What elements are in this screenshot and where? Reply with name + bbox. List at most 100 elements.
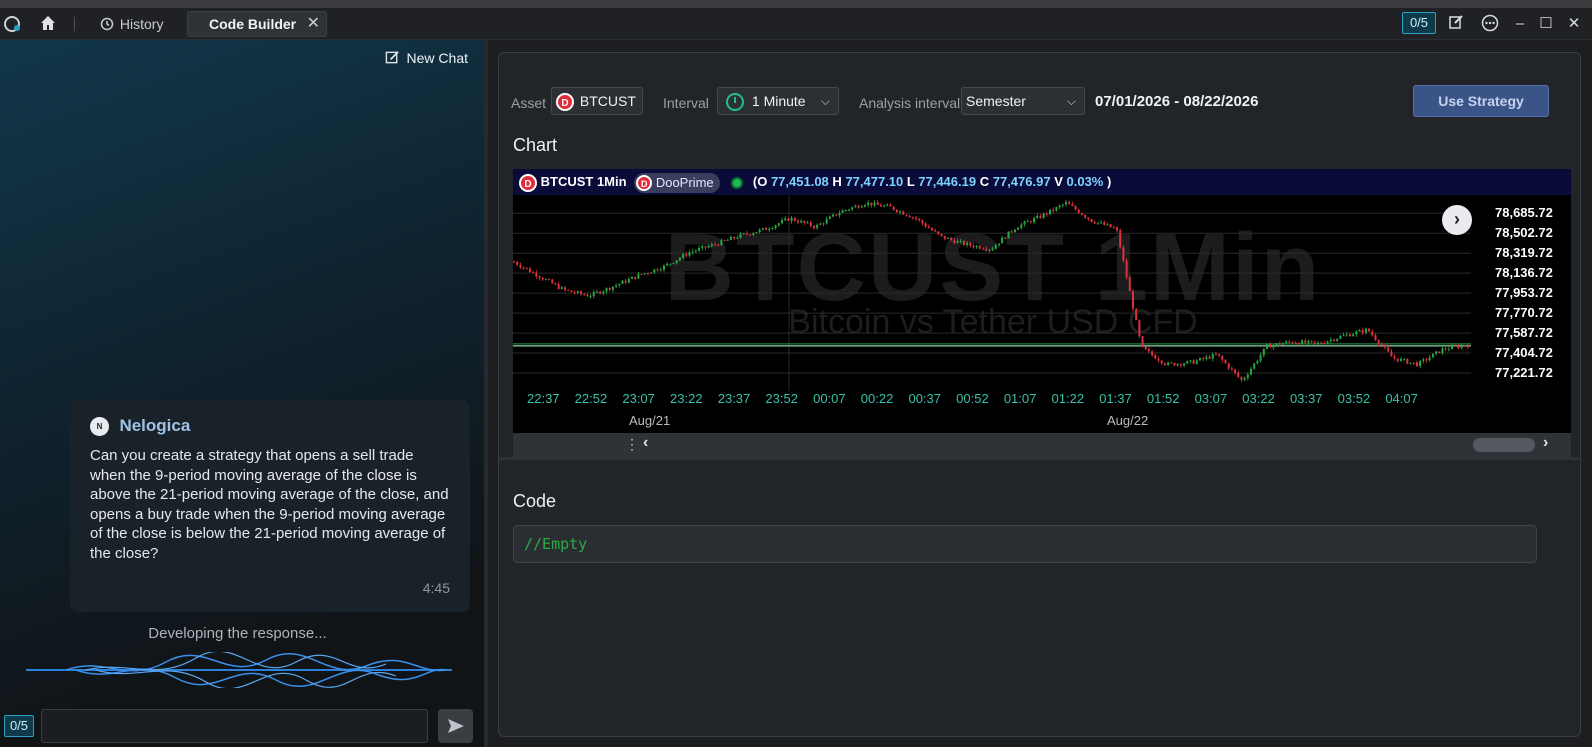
- close-icon[interactable]: ✕: [307, 12, 320, 36]
- candle-body: [1080, 213, 1083, 215]
- chart-symbol: BTCUST 1Min: [540, 174, 627, 189]
- maximize-icon[interactable]: ☐: [1536, 14, 1556, 34]
- time-tick-label: 00:37: [908, 391, 942, 406]
- candle-body: [985, 249, 988, 251]
- candle-body: [1301, 340, 1304, 345]
- edit-icon[interactable]: [1446, 14, 1466, 36]
- candle-body: [701, 246, 704, 249]
- more-icon[interactable]: [1480, 14, 1500, 38]
- candle-body: [825, 218, 828, 224]
- use-strategy-button[interactable]: Use Strategy: [1413, 85, 1549, 117]
- candle-body: [1109, 224, 1112, 228]
- candle-body: [1460, 345, 1463, 349]
- candle-body: [915, 217, 918, 219]
- time-tick-label: 03:37: [1289, 391, 1323, 406]
- candle-body: [611, 286, 614, 290]
- avatar: N: [90, 416, 109, 436]
- candle-body: [640, 274, 643, 276]
- app-logo-icon[interactable]: [2, 14, 24, 34]
- candle-body: [1170, 362, 1173, 364]
- interval-select[interactable]: 1 Minute ⌵: [717, 87, 839, 115]
- candle-body: [749, 234, 752, 236]
- time-tick-label: 00:52: [956, 391, 989, 406]
- candle-body: [1262, 348, 1265, 356]
- candle-body: [1352, 334, 1355, 337]
- new-chat-button[interactable]: New Chat: [385, 48, 468, 68]
- candle-body: [816, 224, 819, 229]
- tab-history[interactable]: History: [92, 13, 171, 35]
- candle-body: [1221, 355, 1224, 360]
- candle-body: [643, 273, 646, 275]
- message-text: Can you create a strategy that opens a s…: [90, 447, 449, 562]
- price-tick-label: 78,502.72: [1495, 225, 1553, 241]
- candle-body: [691, 251, 694, 253]
- candle-body: [675, 260, 678, 264]
- candle-body: [1355, 331, 1358, 335]
- candle-body: [560, 287, 563, 289]
- chat-message: N Nelogica Can you create a strategy tha…: [70, 400, 470, 612]
- price-chart[interactable]: D BTCUST 1Min D DooPrime (O 77,451.08 H …: [513, 169, 1571, 457]
- candle-body: [682, 254, 685, 258]
- window-close-icon[interactable]: ✕: [1564, 14, 1584, 34]
- candle-body: [1183, 363, 1186, 366]
- candle-body: [513, 261, 515, 263]
- chevron-right-icon[interactable]: ›: [1442, 205, 1472, 235]
- candle-body: [1384, 345, 1387, 348]
- code-editor[interactable]: //Empty: [513, 525, 1537, 563]
- usage-counter: 0/5: [1402, 12, 1436, 34]
- minimize-icon[interactable]: –: [1510, 14, 1530, 34]
- candle-body: [1055, 207, 1058, 211]
- candle-body: [1329, 339, 1332, 342]
- candle-body: [736, 237, 739, 239]
- candle-body: [930, 228, 933, 231]
- analysis-interval-select[interactable]: Semester ⌵: [961, 87, 1085, 115]
- candle-body: [895, 209, 898, 213]
- asset-select[interactable]: D BTCUST: [551, 87, 643, 115]
- candle-body: [516, 261, 519, 265]
- candle-body: [796, 220, 799, 223]
- candle-body: [1157, 358, 1160, 361]
- tab-code-builder[interactable]: Code Builder ✕: [187, 11, 327, 37]
- candle-body: [988, 249, 991, 251]
- candle-body: [605, 287, 608, 292]
- candle-body: [1167, 362, 1170, 365]
- price-tick-label: 78,685.72: [1495, 205, 1553, 221]
- time-tick-label: 23:52: [765, 391, 798, 406]
- candle-body: [1026, 221, 1029, 223]
- candle-body: [650, 272, 653, 274]
- send-button[interactable]: [438, 709, 473, 743]
- candle-body: [899, 211, 902, 213]
- scroll-thumb[interactable]: [1473, 438, 1535, 452]
- candle-body: [595, 291, 598, 293]
- home-icon[interactable]: [37, 14, 59, 34]
- candle-body: [924, 223, 927, 227]
- candle-body: [1214, 354, 1217, 356]
- candle-body: [1281, 343, 1284, 345]
- candle-body: [1345, 334, 1348, 336]
- candle-body: [991, 248, 994, 250]
- chevron-right-icon[interactable]: ›: [1543, 434, 1548, 452]
- section-splitter[interactable]: [499, 457, 1582, 460]
- candle-body: [1071, 204, 1074, 206]
- candle-body: [720, 240, 723, 246]
- status-text: Developing the response...: [148, 625, 327, 642]
- chevron-left-icon[interactable]: ‹: [643, 434, 648, 452]
- candle-body: [758, 229, 761, 233]
- candle-body: [1419, 360, 1422, 367]
- window-top-strip: [0, 0, 1592, 8]
- grip-icon[interactable]: ⋮: [625, 436, 639, 453]
- chart-scrollbar[interactable]: ⋮ ‹ ›: [513, 433, 1571, 457]
- analysis-interval-label: Analysis interval: [859, 95, 961, 111]
- candle-body: [1310, 340, 1313, 342]
- chat-input[interactable]: [41, 709, 428, 743]
- candle-body: [1058, 205, 1061, 208]
- candle-body: [554, 283, 557, 285]
- candle-body: [570, 290, 573, 293]
- candle-body: [1364, 328, 1367, 333]
- candle-body: [1192, 360, 1195, 364]
- candle-body: [828, 216, 831, 219]
- candle-body: [672, 263, 675, 265]
- candle-body: [940, 234, 943, 236]
- candle-body: [729, 236, 732, 240]
- asset-label: Asset: [511, 95, 547, 111]
